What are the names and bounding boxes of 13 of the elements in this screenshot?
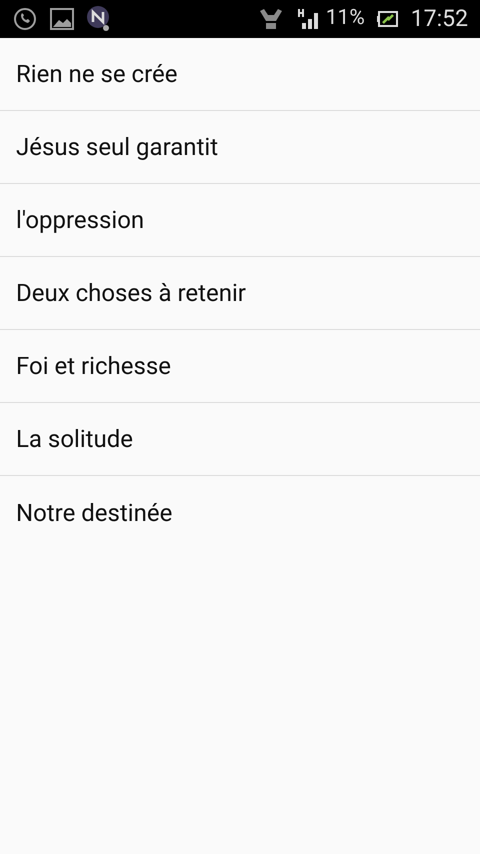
- app-notification-icon: [86, 5, 112, 33]
- chat-icon: [12, 6, 38, 32]
- list-item[interactable]: Rien ne se crée: [0, 38, 480, 111]
- battery-percent: 11%: [326, 5, 365, 32]
- battery-charging-icon: [376, 10, 399, 28]
- clock: 17:52: [410, 4, 468, 34]
- list-item[interactable]: Deux choses à retenir: [0, 257, 480, 330]
- list-item[interactable]: l'oppression: [0, 184, 480, 257]
- image-icon: [50, 8, 74, 30]
- list-item[interactable]: Jésus seul garantit: [0, 111, 480, 184]
- list-item[interactable]: Foi et richesse: [0, 330, 480, 403]
- list-item[interactable]: La solitude: [0, 403, 480, 476]
- list-item[interactable]: Notre destinée: [0, 476, 480, 549]
